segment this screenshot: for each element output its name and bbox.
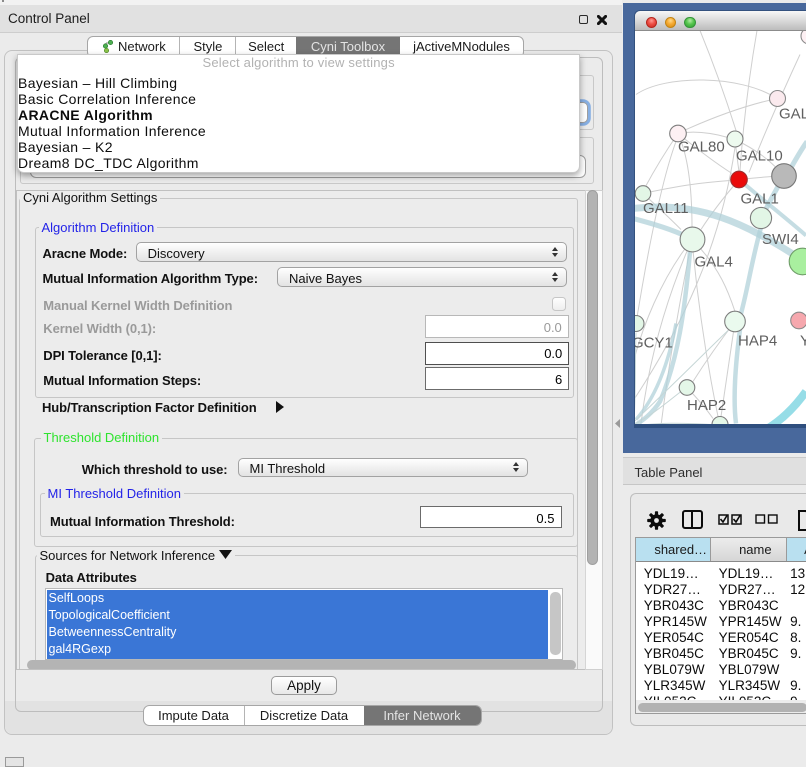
svg-text:YEL021W: YEL021W [800, 333, 806, 350]
svg-text:SWI4: SWI4 [762, 231, 799, 248]
svg-text:HAP2: HAP2 [687, 397, 726, 414]
svg-text:GAL7: GAL7 [779, 106, 806, 123]
svg-text:GAL4: GAL4 [694, 254, 732, 271]
svg-text:GCY1: GCY1 [635, 335, 673, 352]
svg-text:GAL1: GAL1 [740, 191, 778, 208]
svg-text:GAL80: GAL80 [678, 139, 725, 156]
svg-text:HAP4: HAP4 [738, 333, 777, 350]
svg-text:GAL11: GAL11 [643, 200, 689, 217]
svg-text:GAL10: GAL10 [736, 148, 783, 165]
